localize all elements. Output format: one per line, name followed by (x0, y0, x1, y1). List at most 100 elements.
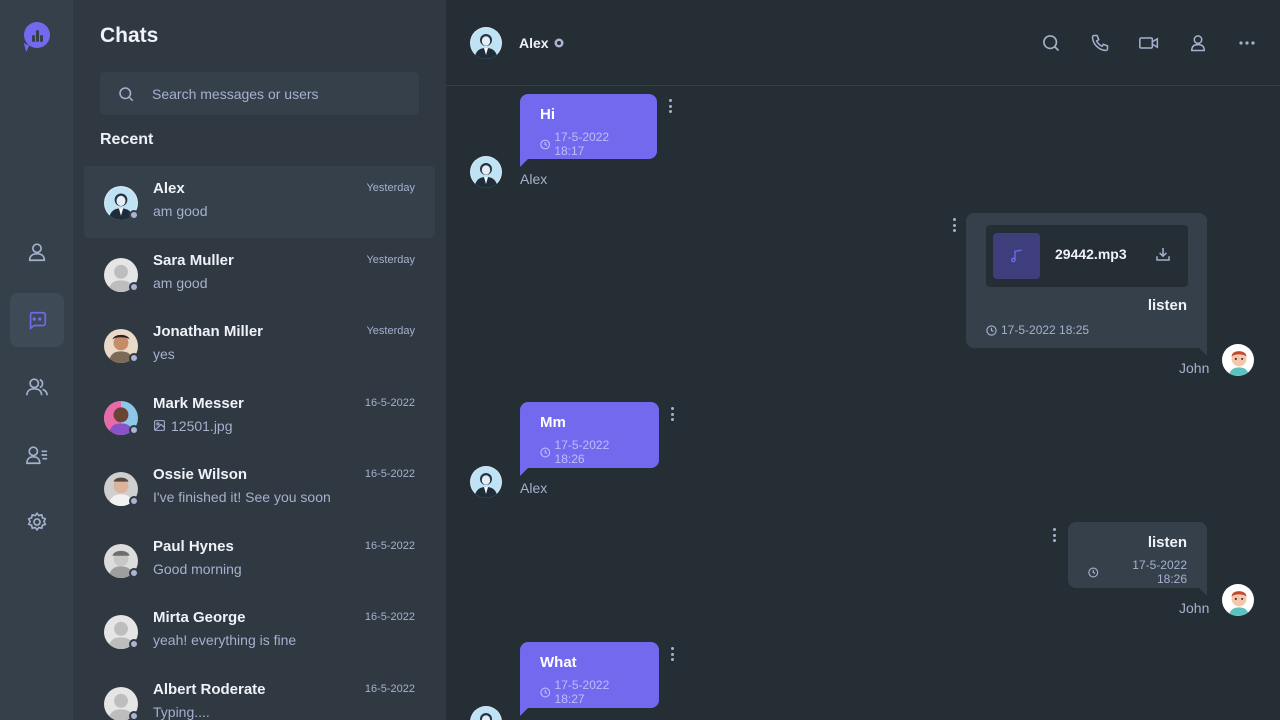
message-text: listen (1147, 297, 1187, 314)
more-icon (1239, 41, 1255, 45)
chat-item-time: 16-5-2022 (364, 396, 415, 409)
contacts-icon (26, 446, 48, 465)
message-bubble[interactable]: listen 17-5-2022 18:26 (1068, 522, 1207, 596)
message-menu-button[interactable] (949, 216, 959, 234)
clock-icon (986, 324, 997, 336)
message-bubble[interactable]: 29442.mp3 listen 17-5-2022 18:25 (966, 213, 1207, 356)
nav-profile-button[interactable] (10, 225, 64, 279)
chat-item-ossie-wilson[interactable]: Ossie Wilson I've finished it! See you s… (84, 452, 435, 524)
status-dot (129, 567, 139, 578)
chat-item-jonathan-miller[interactable]: Jonathan Miller yes Yesterday (84, 309, 435, 381)
nav-groups-button[interactable] (10, 360, 64, 414)
message-text: What (540, 654, 577, 671)
chat-item-preview: Typing.... (153, 703, 210, 720)
sender-name: John (1179, 600, 1210, 616)
message-bubble[interactable]: Hi 17-5-2022 18:17 (520, 94, 657, 167)
message-time: 17-5-2022 18:27 (540, 678, 639, 706)
search-icon (100, 85, 152, 103)
chat-item-alex[interactable]: Alex am good Yesterday (84, 166, 435, 238)
sender-avatar (1222, 344, 1254, 376)
recent-heading: Recent (100, 131, 154, 148)
status-dot (129, 710, 139, 720)
avatar (104, 472, 139, 506)
video-icon (1139, 37, 1159, 49)
user-icon (1190, 35, 1206, 52)
status-dot (129, 281, 139, 292)
user-profile-button[interactable] (1187, 29, 1209, 57)
message-bubble[interactable]: What 17-5-2022 18:27 (520, 642, 659, 716)
chat-item-albert-roderate[interactable]: Albert Roderate Typing.... 16-5-2022 (84, 667, 435, 720)
file-attachment[interactable]: 29442.mp3 (986, 225, 1188, 287)
chat-item-time: Yesterday (366, 182, 415, 194)
status-dot (129, 496, 139, 506)
message-time: 17-5-2022 18:17 (540, 130, 637, 158)
search-input[interactable] (152, 85, 419, 102)
phone-icon (1091, 34, 1109, 52)
message-menu-button[interactable] (665, 97, 675, 115)
nav-settings-button[interactable] (10, 495, 64, 549)
avatar (104, 615, 139, 649)
video-call-button[interactable] (1138, 29, 1160, 57)
nav-rail (0, 0, 73, 720)
sender-avatar (470, 466, 502, 498)
search-box[interactable] (100, 72, 419, 115)
chat-item-mark-messer[interactable]: Mark Messer 12501.jpg 16-5-2022 (84, 381, 435, 453)
chat-item-name: Mark Messer (153, 394, 244, 412)
chat-item-preview: yeah! everything is fine (153, 632, 297, 648)
audio-file-icon (993, 233, 1040, 279)
chat-item-preview: Good morning (153, 560, 242, 577)
voice-call-button[interactable] (1089, 29, 1111, 57)
contact-avatar[interactable] (470, 27, 502, 59)
status-dot (129, 424, 139, 435)
chat-item-name: Paul Hynes (153, 537, 234, 555)
chat-item-paul-hynes[interactable]: Paul Hynes Good morning 16-5-2022 (84, 524, 435, 596)
chat-item-preview: yes (153, 346, 175, 362)
file-name: 29442.mp3 (1055, 246, 1127, 262)
search-button[interactable] (1040, 29, 1062, 57)
chat-item-name: Jonathan Miller (153, 323, 264, 340)
message-text: Mm (540, 414, 566, 431)
image-icon (154, 420, 165, 431)
chat-item-name: Mirta George (153, 609, 246, 626)
chat-item-time: 16-5-2022 (364, 468, 415, 480)
chat-item-time: 16-5-2022 (364, 611, 415, 623)
chat-item-time: 16-5-2022 (364, 682, 415, 695)
chat-item-sara-muller[interactable]: Sara Muller am good Yesterday (84, 238, 435, 310)
avatar (104, 258, 139, 292)
chat-item-name: Alex (153, 180, 185, 197)
chat-app: Chats Recent Alex am good Yesterday Sara… (0, 0, 1280, 720)
status-dot (129, 639, 139, 649)
message-menu-button[interactable] (667, 405, 677, 423)
nav-chats-button[interactable] (10, 293, 64, 347)
nav-contacts-button[interactable] (10, 428, 64, 482)
message-menu-button[interactable] (667, 645, 677, 663)
search-icon (1043, 35, 1060, 52)
message-time: 17-5-2022 18:26 (540, 438, 639, 466)
contact-name[interactable]: Alex (519, 35, 564, 51)
groups-icon (26, 378, 48, 396)
status-icon (554, 38, 564, 48)
status-dot (129, 353, 139, 363)
chat-item-name: Sara Muller (153, 251, 234, 269)
clock-icon (540, 687, 551, 697)
message-menu-button[interactable] (1049, 526, 1059, 544)
sender-avatar (470, 706, 502, 720)
sender-name: Alex (520, 171, 548, 187)
panel-title: Chats (100, 24, 159, 47)
more-button[interactable] (1236, 29, 1258, 57)
message-bubble[interactable]: Mm 17-5-2022 18:26 (520, 402, 659, 476)
sender-name: John (1179, 360, 1210, 376)
avatar (104, 329, 139, 363)
status-dot (129, 210, 139, 220)
chat-item-preview: 12501.jpg (153, 418, 233, 434)
clock-icon (540, 447, 551, 457)
download-icon[interactable] (1154, 245, 1172, 268)
chat-item-name: Ossie Wilson (153, 466, 248, 483)
message-text: listen (1147, 534, 1187, 551)
chat-item-mirta-george[interactable]: Mirta George yeah! everything is fine 16… (84, 595, 435, 667)
clock-icon (540, 139, 551, 149)
conversation-header: Alex (446, 0, 1280, 86)
header-actions (1040, 29, 1258, 57)
chat-items: Alex am good Yesterday Sara Muller am go… (84, 166, 435, 720)
chat-item-time: Yesterday (366, 253, 415, 266)
